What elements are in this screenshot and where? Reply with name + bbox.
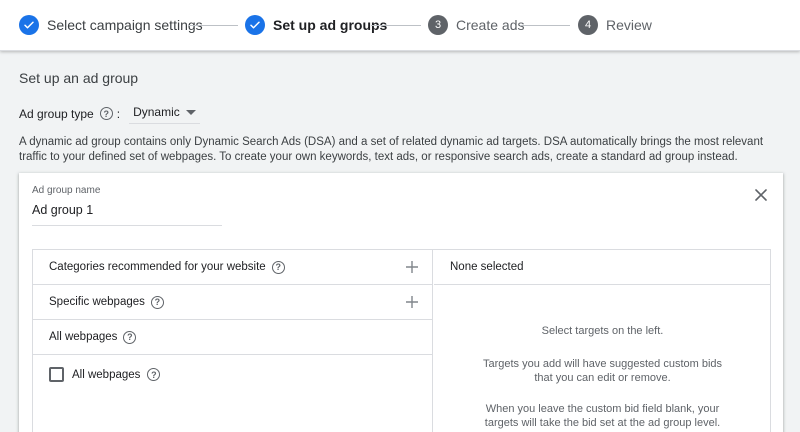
all-webpages-checkbox-row[interactable]: All webpages ?: [49, 367, 161, 382]
plus-icon[interactable]: [405, 295, 419, 309]
step-set-up-ad-groups[interactable]: Set up ad groups: [245, 14, 387, 36]
ad-group-description: A dynamic ad group contains only Dynamic…: [19, 136, 764, 163]
ad-group-type-value: Dynamic: [133, 105, 180, 119]
help-circle-icon[interactable]: ?: [99, 107, 113, 120]
step-number-badge: 4: [578, 15, 598, 35]
suggested-bids-message-line2: that you can edit or remove.: [534, 372, 671, 384]
step-label: Review: [606, 17, 652, 33]
empty-state-message: Select targets on the left.: [541, 325, 664, 337]
targets-options-pane: Categories recommended for your website …: [33, 250, 433, 432]
plus-icon[interactable]: [405, 260, 419, 274]
targets-panel: Categories recommended for your website …: [32, 249, 771, 432]
help-circle-icon[interactable]: ?: [150, 295, 164, 309]
step-number-badge: 3: [428, 15, 448, 35]
option-label: Categories recommended for your website: [49, 261, 266, 273]
ad-group-name-field[interactable]: Ad group name Ad group 1: [32, 185, 222, 226]
caret-down-icon: [185, 109, 196, 115]
help-circle-icon[interactable]: ?: [271, 260, 285, 274]
help-circle-icon[interactable]: ?: [123, 330, 137, 344]
check-icon: [245, 15, 265, 35]
type-colon: :: [116, 106, 121, 121]
ad-group-name-input[interactable]: Ad group 1: [32, 203, 222, 226]
selected-targets-header: None selected: [434, 250, 771, 285]
step-label: Select campaign settings: [47, 17, 203, 33]
step-connector: [371, 25, 421, 26]
step-review[interactable]: 4 Review: [578, 14, 652, 36]
step-connector: [520, 25, 570, 26]
checkbox-label: All webpages: [72, 368, 141, 381]
suggested-bids-message-line1: Targets you add will have suggested cust…: [482, 358, 723, 370]
option-specific-webpages[interactable]: Specific webpages ?: [33, 285, 433, 320]
ad-group-type-dropdown[interactable]: Dynamic: [129, 103, 200, 124]
option-all-webpages[interactable]: All webpages ?: [33, 320, 433, 355]
help-circle-icon[interactable]: ?: [147, 368, 161, 381]
check-icon: [19, 15, 39, 35]
step-select-campaign-settings[interactable]: Select campaign settings: [19, 14, 203, 36]
ad-group-name-label: Ad group name: [32, 185, 101, 196]
ad-group-type-label: Ad group type: [19, 106, 94, 121]
ad-group-card: Ad group name Ad group 1 Categories reco…: [19, 173, 783, 432]
section-title: Set up an ad group: [19, 70, 139, 86]
blank-bid-message-line1: When you leave the custom bid field blan…: [485, 403, 720, 415]
close-icon[interactable]: [753, 187, 769, 203]
selected-targets-pane: None selected Select targets on the left…: [434, 250, 771, 432]
option-label: All webpages: [49, 331, 118, 343]
option-categories-recommended[interactable]: Categories recommended for your website …: [33, 250, 433, 285]
step-label: Create ads: [456, 17, 525, 33]
stepper: Select campaign settings Set up ad group…: [0, 0, 800, 51]
step-create-ads[interactable]: 3 Create ads: [428, 14, 524, 36]
all-webpages-checkbox[interactable]: [49, 367, 64, 382]
blank-bid-message-line2: targets will take the bid set at the ad …: [484, 417, 721, 429]
step-connector: [188, 25, 238, 26]
option-label: Specific webpages: [49, 296, 145, 308]
ad-group-type-row: Ad group type ? : Dynamic: [19, 103, 200, 124]
